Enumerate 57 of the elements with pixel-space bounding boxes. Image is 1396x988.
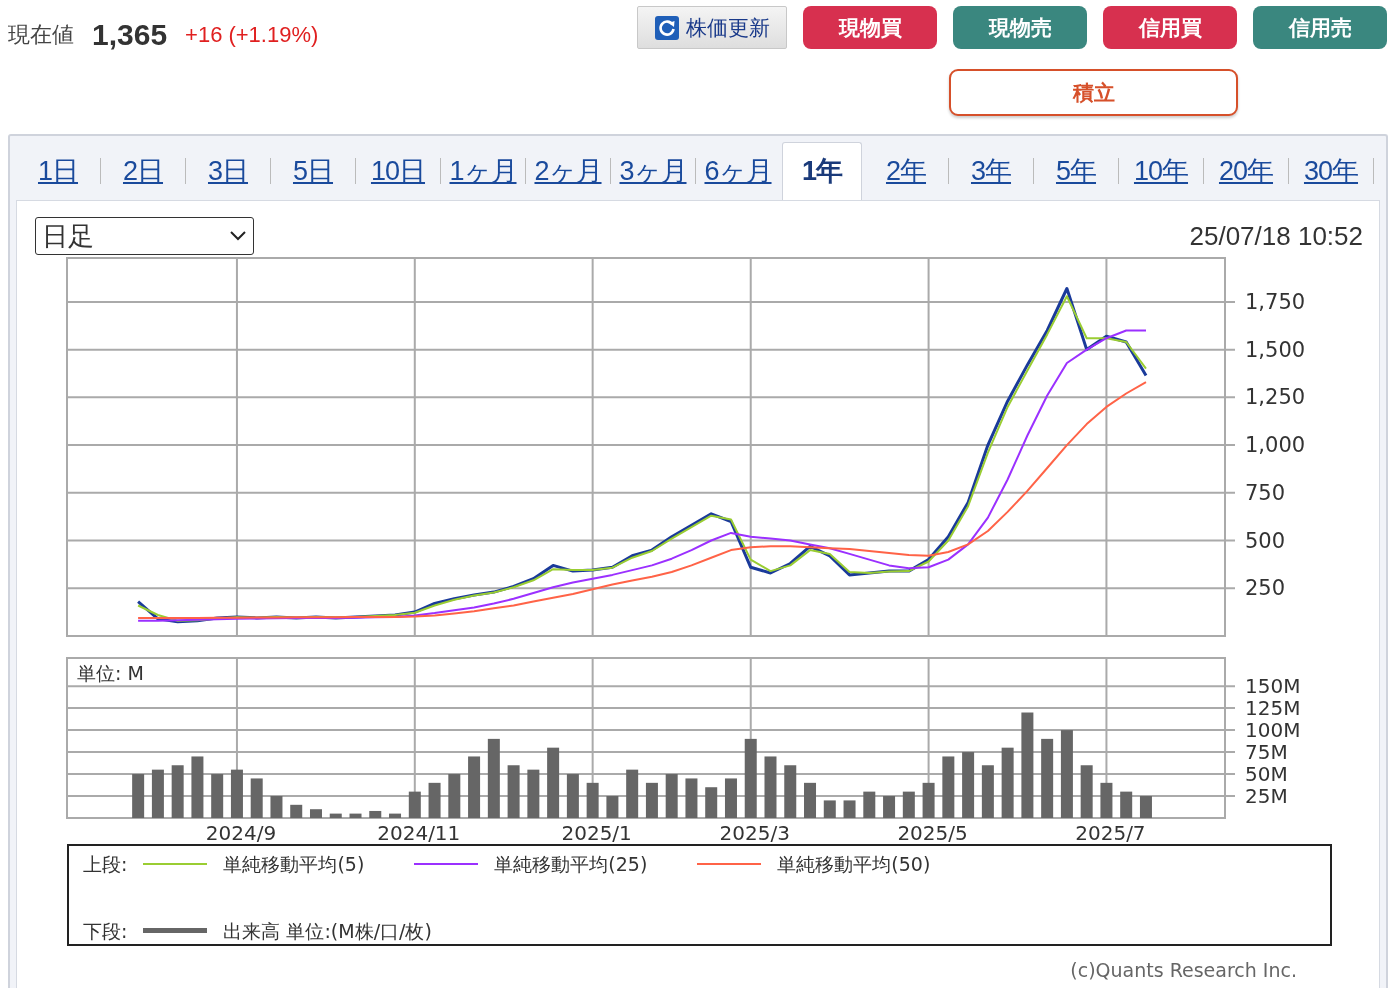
axis-label: 2025/7 — [1075, 821, 1146, 844]
refresh-icon — [654, 14, 680, 41]
unit-label: 単位: M — [77, 662, 144, 684]
period-tab[interactable]: 10年 — [1133, 150, 1188, 192]
legend-text: 単純移動平均(50) — [777, 852, 931, 877]
chevron-down-icon — [229, 230, 247, 242]
period-tab[interactable]: 5年 — [1056, 150, 1096, 192]
axis-label: 125M — [1245, 696, 1301, 721]
axis-label: 2025/1 — [561, 821, 632, 844]
axis-label: 1,750 — [1245, 289, 1306, 314]
axis-label: 25M — [1245, 784, 1288, 808]
trade-button[interactable]: 現物売 — [953, 6, 1087, 49]
period-tab[interactable]: 6ヶ月 — [704, 150, 772, 192]
axis-label: 1,000 — [1245, 433, 1306, 458]
axis-label: 100M — [1245, 718, 1301, 743]
price-change: +16 — [185, 20, 223, 49]
period-tab[interactable]: 3日 — [208, 150, 248, 192]
interval-select[interactable]: 日足 — [35, 217, 254, 255]
trade-button[interactable]: 信用買 — [1103, 6, 1237, 49]
period-tab[interactable]: 1日 — [38, 150, 78, 192]
legend-text: 単純移動平均(25) — [494, 852, 648, 877]
axis-label: 250 — [1245, 576, 1286, 601]
axis-label: 50M — [1245, 762, 1288, 787]
refresh-button[interactable]: 株価更新 — [637, 6, 787, 49]
period-tab[interactable]: 2日 — [123, 150, 163, 192]
axis-label: 1,500 — [1245, 337, 1306, 362]
period-tab[interactable]: 20年 — [1218, 150, 1273, 192]
trade-button[interactable]: 信用売 — [1253, 6, 1387, 49]
axis-label: 2025/5 — [897, 821, 968, 844]
price-label: 現在値 — [8, 20, 74, 49]
trade-button[interactable]: 現物買 — [803, 6, 937, 49]
installment-button[interactable]: 積立 — [949, 69, 1238, 116]
axis-label: 2024/11 — [377, 821, 461, 844]
legend-text: 単純移動平均(5) — [223, 852, 365, 877]
axis-label: 2025/3 — [719, 821, 790, 844]
axis-label: 750 — [1245, 480, 1286, 505]
period-tab[interactable]: 1ヶ月 — [449, 150, 517, 192]
current-price: 1,365 — [92, 16, 168, 53]
copyright-text: (c)Quants Research Inc. — [1069, 958, 1297, 983]
price-change-percent: (+1.19%) — [228, 20, 319, 49]
axis-label: 2024/9 — [205, 821, 277, 844]
period-tab[interactable]: 30年 — [1303, 150, 1358, 192]
axis-label: 75M — [1245, 740, 1288, 765]
period-tab[interactable]: 5日 — [293, 150, 333, 192]
period-tab[interactable]: 1年 — [782, 142, 862, 200]
period-tab[interactable]: 3ヶ月 — [619, 150, 687, 192]
axis-label: 150M — [1245, 674, 1301, 699]
legend-label: 上段: — [83, 852, 128, 877]
period-tab[interactable]: 2年 — [886, 150, 926, 192]
period-tab[interactable]: 3年 — [971, 150, 1011, 192]
legend-label: 下段: — [83, 918, 128, 944]
axis-label: 500 — [1245, 528, 1286, 553]
period-tab[interactable]: 2ヶ月 — [534, 150, 602, 192]
legend-text: 出来高 単位:(M株/口/枚) — [223, 918, 432, 944]
period-tab[interactable]: 10日 — [370, 150, 425, 192]
axis-label: 1,250 — [1245, 385, 1306, 410]
timestamp: 25/07/18 10:52 — [1189, 220, 1363, 253]
